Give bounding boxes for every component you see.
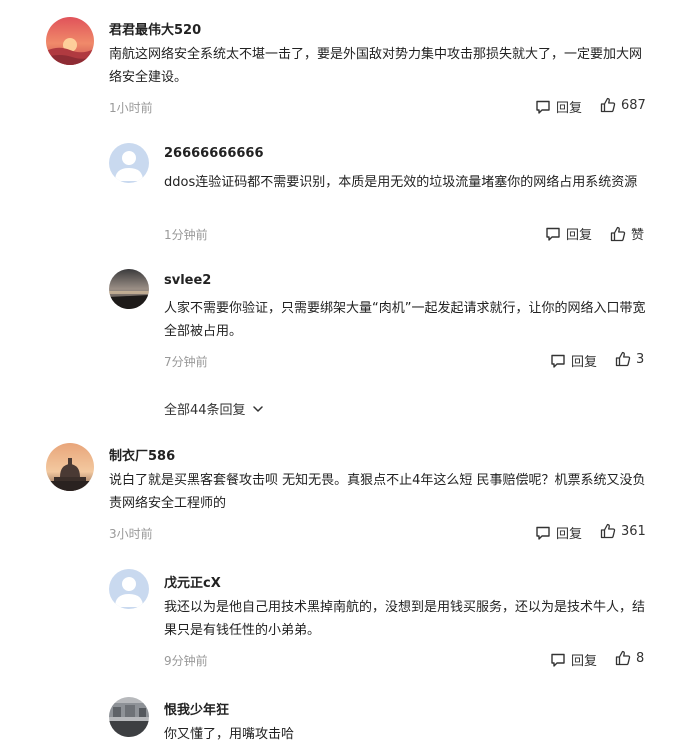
avatar[interactable] — [109, 143, 149, 183]
like-count: 361 — [621, 523, 646, 539]
username[interactable]: 26666666666 — [164, 146, 264, 161]
comment-icon — [536, 526, 550, 540]
reply-button[interactable]: 回复 — [545, 224, 592, 243]
timestamp: 3小时前 — [109, 527, 153, 541]
username[interactable]: 恨我少年狂 — [164, 699, 229, 718]
thumbs-up-icon — [600, 97, 616, 113]
comment-text: 人家不需要你验证，只需要绑架大量“肉机”一起发起请求就行，让你的网络入口带宽全部… — [164, 301, 646, 339]
thumbs-up-icon — [615, 650, 631, 666]
reply-button[interactable]: 回复 — [535, 97, 582, 116]
timestamp: 7分钟前 — [164, 355, 208, 369]
username[interactable]: 君君最伟大520 — [109, 19, 201, 38]
avatar[interactable] — [109, 269, 149, 309]
comment-text: 说白了就是买黑客套餐攻击呗 无知无畏。真狠点不止4年这么短 民事赔偿呢？机票系统… — [109, 473, 646, 511]
show-all-replies-label: 全部44条回复 — [164, 403, 246, 418]
comment-text: 你又懂了，用嘴攻击哈 — [164, 727, 295, 742]
thumbs-up-icon — [615, 351, 631, 367]
avatar[interactable] — [46, 17, 94, 65]
timestamp: 9分钟前 — [164, 654, 208, 668]
timestamp: 1分钟前 — [164, 228, 208, 242]
reply-label: 回复 — [571, 355, 598, 370]
reply-label: 回复 — [556, 101, 583, 116]
reply-label: 回复 — [556, 527, 583, 542]
comment-icon — [551, 653, 565, 667]
comment-icon — [551, 354, 565, 368]
chevron-down-icon — [252, 405, 263, 412]
like-button[interactable]: 8 — [615, 650, 644, 666]
show-all-replies-button[interactable]: 全部44条回复 — [164, 399, 264, 418]
reply-button[interactable]: 回复 — [550, 351, 597, 370]
comment-icon — [546, 227, 560, 241]
like-count: 3 — [636, 351, 645, 367]
like-button[interactable]: 赞 — [610, 224, 644, 243]
avatar[interactable] — [109, 569, 149, 609]
reply-button[interactable]: 回复 — [535, 523, 582, 542]
thumbs-up-icon — [600, 523, 616, 539]
comment-text: 我还以为是他自己用技术黑掉南航的，没想到是用钱买服务，还以为是技术牛人，结果只是… — [164, 600, 646, 638]
avatar[interactable] — [109, 697, 149, 737]
like-count: 8 — [636, 650, 645, 666]
reply-label: 回复 — [566, 228, 593, 243]
like-button[interactable]: 687 — [600, 97, 646, 113]
timestamp: 1小时前 — [109, 101, 153, 115]
avatar[interactable] — [46, 443, 94, 491]
comment-text: ddos连验证码都不需要识别，本质是用无效的垃圾流量堵塞你的网络占用系统资源 — [164, 175, 638, 190]
reply-label: 回复 — [571, 654, 598, 669]
like-count: 赞 — [631, 228, 645, 243]
like-button[interactable]: 3 — [615, 351, 644, 367]
username[interactable]: 制衣厂586 — [109, 445, 175, 464]
thumbs-up-icon — [610, 226, 626, 241]
username[interactable]: svlee2 — [164, 273, 211, 288]
like-count: 687 — [621, 97, 646, 113]
comment-icon — [536, 100, 550, 114]
comment-text: 南航这网络安全系统太不堪一击了，要是外国敌对势力集中攻击那损失就大了，一定要加大… — [109, 47, 643, 85]
username[interactable]: 戊元正cX — [164, 572, 221, 591]
reply-button[interactable]: 回复 — [550, 650, 597, 669]
like-button[interactable]: 361 — [600, 523, 646, 539]
